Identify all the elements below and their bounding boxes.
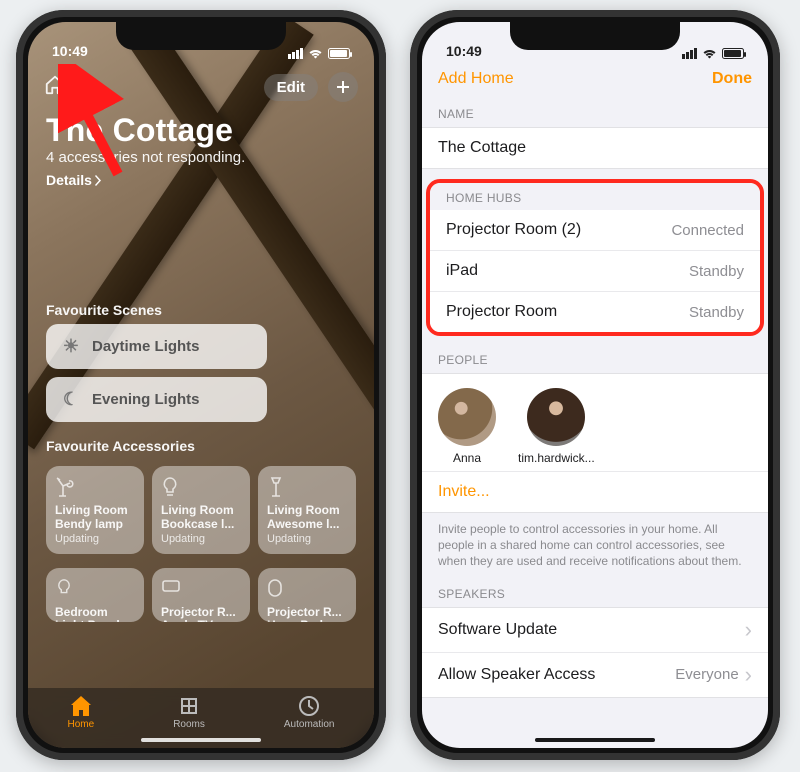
accessory-status: Updating	[267, 533, 347, 545]
automation-tab-icon	[297, 695, 321, 717]
hub-row[interactable]: Projector Room (2) Connected	[430, 210, 760, 250]
nav-bar: Add Home Done	[422, 62, 768, 102]
title-bar: Edit	[28, 66, 374, 108]
hub-name: Projector Room	[446, 303, 557, 321]
speaker-access-label: Allow Speaker Access	[438, 666, 595, 684]
software-update-label: Software Update	[438, 621, 557, 639]
hub-row[interactable]: iPad Standby	[430, 250, 760, 291]
accessory-title: Projector R... HomePod	[267, 606, 347, 622]
accessory-title: Living Room Bookcase l...	[161, 504, 241, 532]
software-update-row[interactable]: Software Update ›	[422, 608, 768, 652]
accessory-title: Living Room Bendy lamp	[55, 504, 135, 532]
bulb-icon	[55, 578, 135, 602]
home-name-field[interactable]: The Cottage	[422, 128, 768, 168]
tab-label: Rooms	[173, 719, 205, 730]
accessory-status: Updating	[55, 533, 135, 545]
accessory-row: Living Room Bendy lamp Updating Living R…	[28, 460, 374, 554]
accessory-tile[interactable]: Living Room Awesome l... Updating	[258, 466, 356, 554]
speakers-header: SPEAKERS	[422, 582, 768, 607]
tab-home[interactable]: Home	[68, 695, 95, 730]
hub-name: Projector Room (2)	[446, 221, 581, 239]
speaker-access-value: Everyone	[675, 666, 738, 683]
add-button[interactable]	[328, 72, 358, 102]
accessory-tile[interactable]: Projector R... HomePod	[258, 568, 356, 622]
hub-status: Standby	[689, 304, 744, 321]
person-name: Anna	[453, 451, 481, 465]
notch	[116, 22, 286, 50]
person-name: tim.hardwick...	[518, 451, 595, 465]
tab-automation[interactable]: Automation	[284, 695, 335, 730]
phone-left: 10:49 Edit The Cottage 4 acce	[16, 10, 386, 760]
avatar	[527, 388, 585, 446]
avatar	[438, 388, 496, 446]
person[interactable]: tim.hardwick...	[518, 388, 595, 465]
lamp-icon	[55, 476, 135, 500]
appletv-icon	[161, 578, 241, 602]
accessory-title: Projector R... Apple TV	[161, 606, 241, 622]
scene-tile[interactable]: ☀︎ Daytime Lights	[46, 324, 267, 369]
tab-label: Home	[68, 719, 95, 730]
home-indicator[interactable]	[141, 738, 261, 742]
hub-status: Standby	[689, 263, 744, 280]
tab-label: Automation	[284, 719, 335, 730]
scene-label: Daytime Lights	[92, 338, 200, 355]
home-indicator[interactable]	[535, 738, 655, 742]
invite-label: Invite...	[438, 483, 490, 500]
tab-rooms[interactable]: Rooms	[173, 695, 205, 730]
chevron-right-icon	[95, 175, 102, 186]
speaker-access-row[interactable]: Allow Speaker Access Everyone ›	[422, 652, 768, 697]
bulb-icon	[161, 476, 241, 500]
home-app-screen: 10:49 Edit The Cottage 4 acce	[28, 22, 374, 748]
done-button[interactable]: Done	[712, 70, 752, 88]
details-label: Details	[46, 172, 92, 188]
hub-status: Connected	[671, 222, 744, 239]
evening-icon: ☾	[60, 389, 82, 410]
accessory-status: Updating	[161, 533, 241, 545]
chevron-right-icon: ›	[745, 664, 752, 686]
accessory-tile[interactable]: Projector R... Apple TV	[152, 568, 250, 622]
add-home-button[interactable]: Add Home	[438, 70, 514, 88]
accessory-tile[interactable]: Bedroom Light Panels	[46, 568, 144, 622]
scene-label: Evening Lights	[92, 391, 200, 408]
hub-row[interactable]: Projector Room Standby	[430, 291, 760, 332]
scene-tile[interactable]: ☾ Evening Lights	[46, 377, 267, 422]
plus-icon	[335, 79, 351, 95]
details-link[interactable]: Details	[28, 166, 374, 188]
notch	[510, 22, 680, 50]
favourite-accessories-header: Favourite Accessories	[28, 438, 374, 460]
floorlamp-icon	[267, 476, 347, 500]
edit-button[interactable]: Edit	[264, 74, 318, 101]
status-subtitle: 4 accessories not responding.	[28, 149, 374, 166]
chevron-right-icon: ›	[745, 619, 752, 641]
home-name-value: The Cottage	[438, 139, 526, 157]
rooms-tab-icon	[177, 695, 201, 717]
home-icon[interactable]	[44, 74, 66, 101]
home-hubs-highlight: HOME HUBS Projector Room (2) Connected i…	[426, 179, 764, 336]
homepod-icon	[267, 578, 347, 602]
person[interactable]: Anna	[438, 388, 496, 465]
invite-button[interactable]: Invite...	[422, 471, 768, 513]
home-tab-icon	[69, 695, 93, 717]
accessory-row: Bedroom Light Panels Projector R... Appl…	[28, 562, 374, 622]
people-header: PEOPLE	[422, 348, 768, 373]
people-footnote: Invite people to control accessories in …	[422, 513, 768, 582]
accessory-title: Living Room Awesome l...	[267, 504, 347, 532]
favourite-scenes-header: Favourite Scenes	[28, 302, 374, 324]
daytime-icon: ☀︎	[60, 336, 82, 357]
people-row: Anna tim.hardwick...	[422, 373, 768, 471]
accessory-tile[interactable]: Living Room Bendy lamp Updating	[46, 466, 144, 554]
name-section-header: NAME	[422, 102, 768, 127]
accessory-title: Bedroom Light Panels	[55, 606, 135, 622]
accessory-tile[interactable]: Living Room Bookcase l... Updating	[152, 466, 250, 554]
hub-name: iPad	[446, 262, 478, 280]
phone-right: 10:49 Add Home Done NAME The Cottage HOM…	[410, 10, 780, 760]
home-hubs-header: HOME HUBS	[430, 183, 760, 210]
home-settings-screen: 10:49 Add Home Done NAME The Cottage HOM…	[422, 22, 768, 748]
page-title: The Cottage	[28, 108, 374, 149]
